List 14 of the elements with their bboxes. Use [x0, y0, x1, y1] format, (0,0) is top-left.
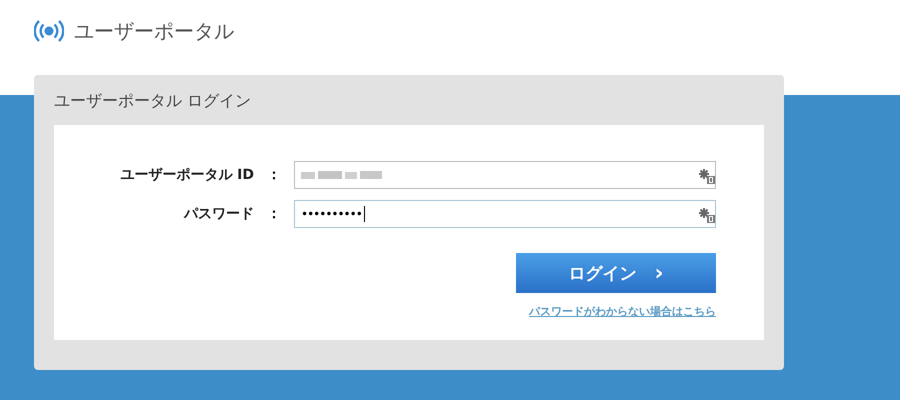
login-button[interactable]: ログイン ›	[516, 253, 716, 293]
app-title: ユーザーポータル	[74, 18, 234, 44]
forgot-password-link[interactable]: パスワードがわからない場合はこちら	[529, 304, 716, 319]
broadcast-icon	[34, 19, 64, 43]
input-field[interactable]	[294, 160, 716, 188]
key-icon	[699, 168, 715, 184]
field-label: パスワード	[182, 204, 254, 222]
password-value: ••••••••••	[301, 206, 362, 220]
field-label: ユーザーポータル ID	[119, 166, 254, 184]
key-icon	[699, 206, 715, 222]
colon: ：	[266, 166, 282, 184]
input-field[interactable]: ••••••••••	[294, 200, 716, 228]
colon: ：	[266, 204, 282, 222]
panel-title: ユーザーポータル ログイン	[54, 90, 252, 112]
